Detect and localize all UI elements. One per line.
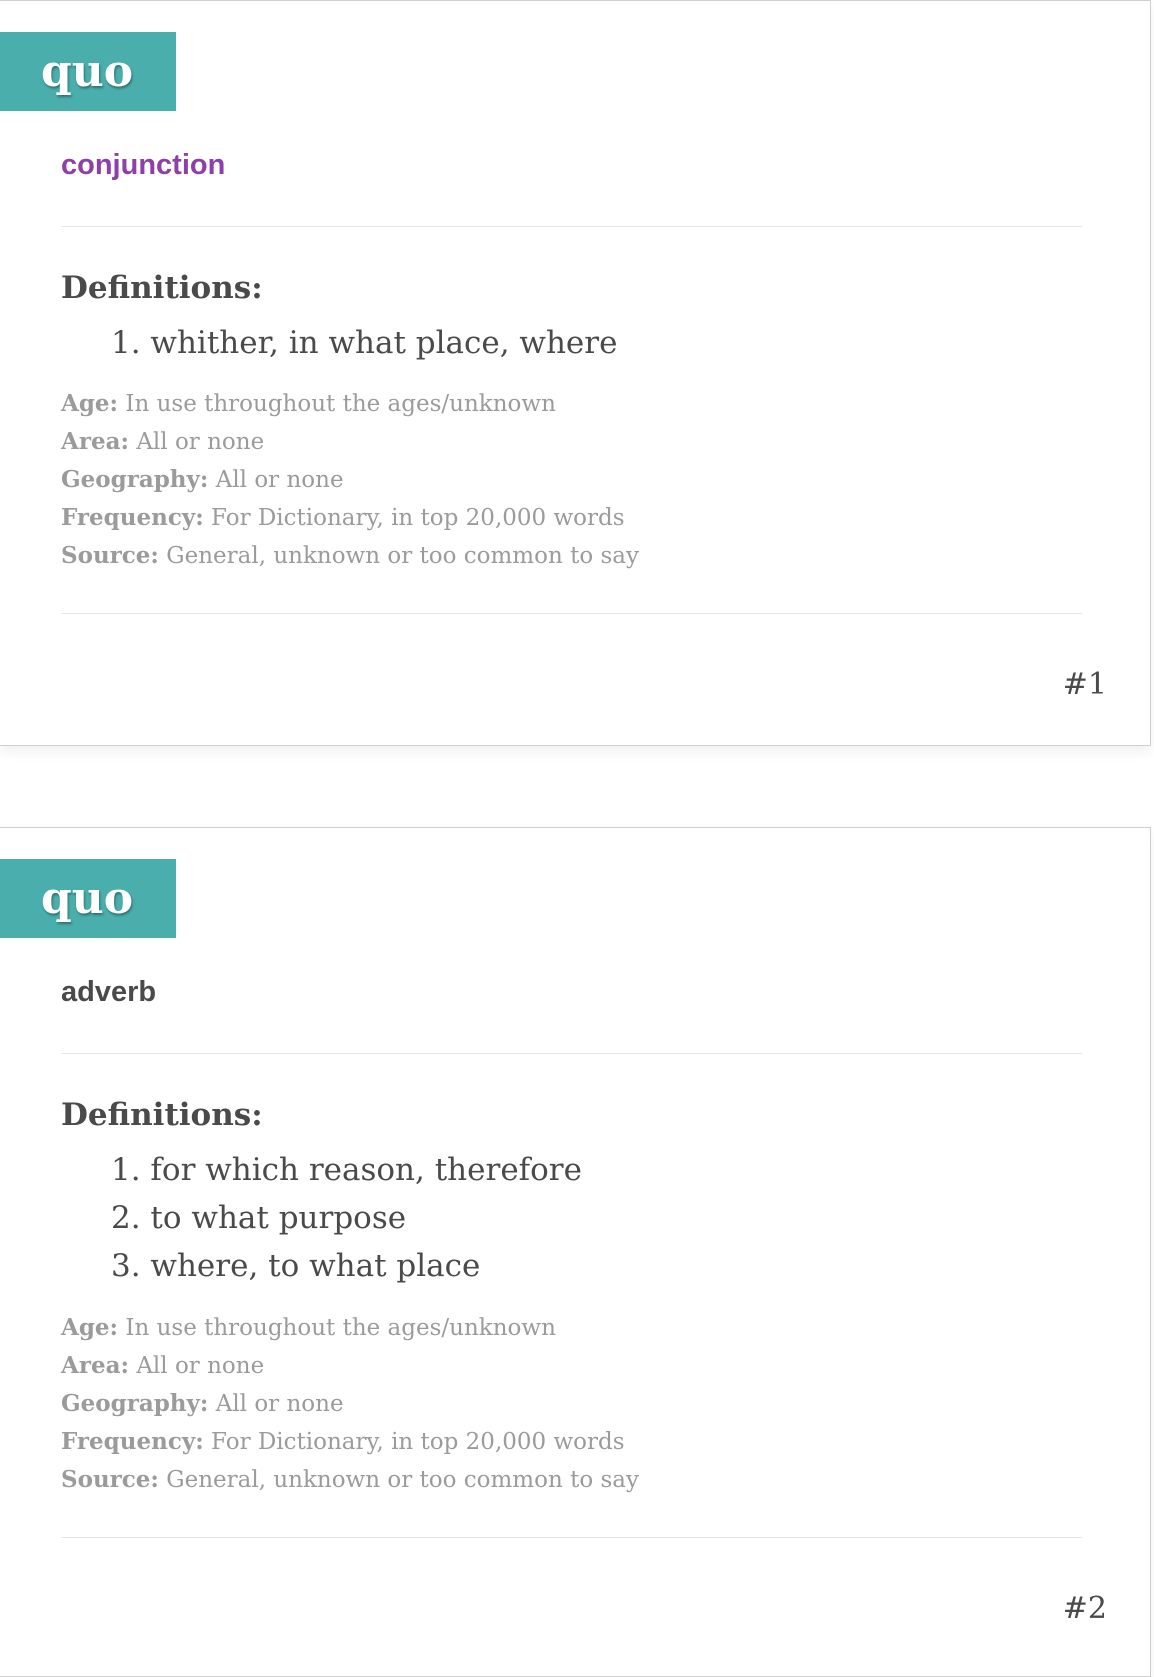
- metadata: Age: In use throughout the ages/unknown …: [61, 1309, 639, 1499]
- meta-geography: Geography: All or none: [61, 461, 639, 499]
- definitions-heading: Definitions:: [61, 1097, 263, 1133]
- meta-area: Area: All or none: [61, 423, 639, 461]
- meta-frequency-label: Frequency:: [61, 504, 204, 531]
- meta-geography-label: Geography:: [61, 466, 209, 493]
- headword-banner: quo: [0, 32, 176, 111]
- meta-source: Source: General, unknown or too common t…: [61, 1461, 639, 1499]
- definition-item: 1. whither, in what place, where: [111, 325, 618, 361]
- meta-frequency: Frequency: For Dictionary, in top 20,000…: [61, 1423, 639, 1461]
- divider: [61, 613, 1082, 614]
- meta-area-value: All or none: [136, 429, 265, 455]
- divider: [61, 226, 1082, 227]
- divider: [61, 1053, 1082, 1054]
- meta-frequency-label: Frequency:: [61, 1428, 204, 1455]
- meta-source-value: General, unknown or too common to say: [166, 1467, 639, 1493]
- meta-geography-label: Geography:: [61, 1390, 209, 1417]
- meta-source: Source: General, unknown or too common t…: [61, 537, 639, 575]
- meta-area-label: Area:: [61, 1352, 129, 1379]
- meta-age: Age: In use throughout the ages/unknown: [61, 385, 639, 423]
- headword-banner: quo: [0, 859, 176, 938]
- definition-item: 3. where, to what place: [111, 1248, 481, 1284]
- entry-card-2: quo adverb Definitions: 1. for which rea…: [0, 827, 1151, 1677]
- definitions-list: 1. for which reason, therefore 2. to wha…: [111, 1146, 582, 1290]
- meta-area-label: Area:: [61, 428, 129, 455]
- meta-age-value: In use throughout the ages/unknown: [125, 391, 556, 417]
- meta-geography: Geography: All or none: [61, 1385, 639, 1423]
- meta-source-label: Source:: [61, 542, 159, 569]
- entry-card-1: quo conjunction Definitions: 1. whither,…: [0, 0, 1151, 746]
- definition-item: 1. for which reason, therefore: [111, 1152, 582, 1188]
- meta-frequency-value: For Dictionary, in top 20,000 words: [211, 505, 625, 531]
- meta-area-value: All or none: [136, 1353, 265, 1379]
- meta-age: Age: In use throughout the ages/unknown: [61, 1309, 639, 1347]
- divider: [61, 1537, 1082, 1538]
- definition-item: 2. to what purpose: [111, 1200, 407, 1236]
- meta-frequency: Frequency: For Dictionary, in top 20,000…: [61, 499, 639, 537]
- meta-age-value: In use throughout the ages/unknown: [125, 1315, 556, 1341]
- meta-age-label: Age:: [61, 390, 119, 417]
- meta-source-value: General, unknown or too common to say: [166, 543, 639, 569]
- definitions-list: 1. whither, in what place, where: [111, 319, 617, 367]
- meta-area: Area: All or none: [61, 1347, 639, 1385]
- part-of-speech: conjunction: [61, 149, 226, 181]
- meta-frequency-value: For Dictionary, in top 20,000 words: [211, 1429, 625, 1455]
- entry-number: #2: [1062, 1591, 1107, 1626]
- entry-number: #1: [1062, 667, 1107, 702]
- meta-source-label: Source:: [61, 1466, 159, 1493]
- definitions-heading: Definitions:: [61, 270, 263, 306]
- metadata: Age: In use throughout the ages/unknown …: [61, 385, 639, 575]
- meta-age-label: Age:: [61, 1314, 119, 1341]
- meta-geography-value: All or none: [215, 1391, 344, 1417]
- part-of-speech: adverb: [61, 976, 157, 1008]
- meta-geography-value: All or none: [215, 467, 344, 493]
